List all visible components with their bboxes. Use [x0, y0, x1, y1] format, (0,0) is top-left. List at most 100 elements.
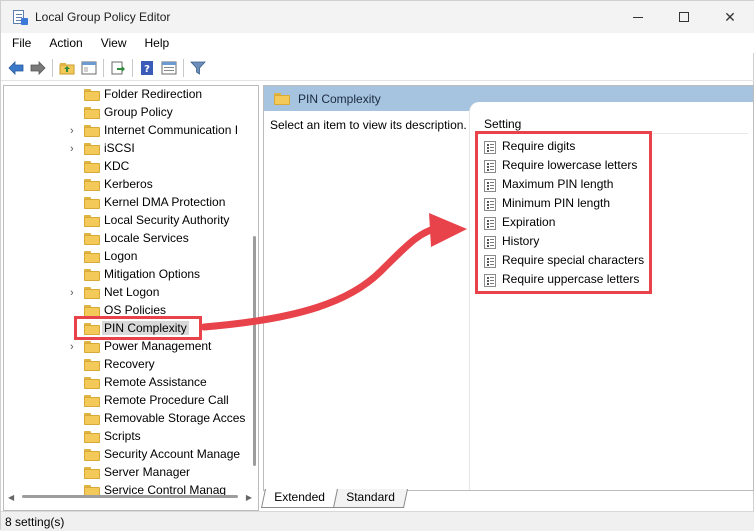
- chevron-right-icon[interactable]: ›: [70, 341, 80, 353]
- folder-icon: [84, 467, 100, 479]
- menu-file[interactable]: File: [1, 33, 40, 53]
- status-bar: 8 setting(s): [1, 511, 754, 531]
- filter-button[interactable]: [187, 57, 209, 79]
- scroll-left-icon[interactable]: ◀: [8, 493, 14, 502]
- tree-item-security-account-manager[interactable]: Security Account Manage: [4, 446, 244, 464]
- tree-item-label: Net Logon: [104, 285, 160, 299]
- back-button[interactable]: [5, 57, 27, 79]
- folder-icon: [84, 431, 100, 443]
- tree-item-server-manager[interactable]: Server Manager: [4, 464, 244, 482]
- folder-icon: [84, 143, 100, 155]
- tree-item-kernel-dma-protection[interactable]: Kernel DMA Protection: [4, 194, 244, 212]
- close-icon: ✕: [724, 8, 736, 25]
- tree-item-label: Locale Services: [104, 231, 189, 245]
- minimize-button[interactable]: [615, 1, 661, 33]
- tree-item-label: Group Policy: [104, 105, 173, 119]
- up-one-level-button[interactable]: [56, 57, 78, 79]
- svg-text:?: ?: [144, 64, 150, 75]
- show-hide-tree-icon: [81, 61, 97, 74]
- tree-item-folder-redirection[interactable]: Folder Redirection: [4, 86, 244, 104]
- chevron-right-icon[interactable]: ›: [70, 143, 80, 155]
- properties-button[interactable]: [158, 57, 180, 79]
- tree-item-label: Security Account Manage: [104, 447, 241, 461]
- tree-item-label: Logon: [104, 249, 138, 263]
- toolbar-separator: [103, 58, 104, 77]
- column-header-setting[interactable]: Setting: [484, 117, 521, 131]
- tree-item-removable-storage-access[interactable]: Removable Storage Acces: [4, 410, 246, 428]
- tree-item-label: KDC: [104, 159, 130, 173]
- maximize-button[interactable]: [661, 1, 707, 33]
- show-hide-tree-button[interactable]: [78, 57, 100, 79]
- folder-icon: [84, 413, 100, 425]
- view-tabs: Extended Standard: [260, 489, 408, 509]
- menu-action[interactable]: Action: [40, 33, 91, 53]
- tab-extended-label: Extended: [274, 490, 325, 504]
- back-icon: [8, 60, 24, 75]
- folder-icon: [84, 107, 100, 119]
- tree-item-net-logon[interactable]: › Net Logon: [4, 284, 244, 302]
- tree-item-scripts[interactable]: Scripts: [4, 428, 244, 446]
- tree-pane[interactable]: Folder Redirection Group Policy › Intern…: [3, 85, 259, 511]
- toolbar-separator: [52, 58, 53, 77]
- tree-item-label: Removable Storage Acces: [104, 411, 246, 425]
- forward-icon: [30, 60, 46, 75]
- tree-item-internet-communication[interactable]: › Internet Communication I: [4, 122, 244, 140]
- tree-item-locale-services[interactable]: Locale Services: [4, 230, 244, 248]
- details-header-title: PIN Complexity: [298, 91, 381, 106]
- menu-view[interactable]: View: [92, 33, 136, 53]
- help-button[interactable]: ?: [136, 57, 158, 79]
- tree-item-power-management[interactable]: › Power Management: [4, 338, 244, 356]
- export-list-button[interactable]: [107, 57, 129, 79]
- toolbar: ?: [1, 55, 754, 81]
- tree-item-label: Remote Assistance: [104, 375, 207, 389]
- folder-icon: [84, 359, 100, 371]
- folder-icon: [84, 341, 100, 353]
- tree-item-label: Power Management: [104, 339, 212, 353]
- highlight-box-settings: [475, 131, 652, 294]
- tree-item-kerberos[interactable]: Kerberos: [4, 176, 244, 194]
- menu-help[interactable]: Help: [136, 33, 179, 53]
- maximize-icon: [679, 12, 689, 22]
- tree-item-remote-procedure-call[interactable]: Remote Procedure Call: [4, 392, 244, 410]
- export-list-icon: [111, 61, 125, 74]
- folder-icon: [84, 89, 100, 101]
- gpedit-window: Local Group Policy Editor ✕ File Action …: [0, 0, 754, 531]
- tree-item-label: Folder Redirection: [104, 87, 203, 101]
- tree-item-iscsi[interactable]: › iSCSI: [4, 140, 244, 158]
- tree-item-remote-assistance[interactable]: Remote Assistance: [4, 374, 244, 392]
- toolbar-separator: [132, 58, 133, 77]
- tree-item-logon[interactable]: Logon: [4, 248, 244, 266]
- tree-item-label: Kerberos: [104, 177, 153, 191]
- tab-extended[interactable]: Extended: [260, 489, 338, 508]
- tree-item-label: Local Security Authority: [104, 213, 230, 227]
- tree-item-group-policy[interactable]: Group Policy: [4, 104, 244, 122]
- tree-item-label: Remote Procedure Call: [104, 393, 229, 407]
- filter-icon: [190, 61, 206, 75]
- folder-icon: [84, 161, 100, 173]
- close-button[interactable]: ✕: [707, 1, 753, 33]
- tree-horizontal-scrollbar[interactable]: [22, 495, 238, 498]
- title-bar[interactable]: Local Group Policy Editor ✕: [1, 1, 754, 33]
- tab-standard-label: Standard: [345, 490, 395, 504]
- properties-icon: [161, 61, 177, 74]
- folder-icon: [84, 449, 100, 461]
- minimize-icon: [633, 16, 643, 18]
- chevron-right-icon[interactable]: ›: [70, 125, 80, 137]
- folder-icon: [84, 377, 100, 389]
- scroll-right-icon[interactable]: ▶: [246, 493, 252, 502]
- folder-icon: [274, 92, 290, 105]
- menu-bar: File Action View Help: [1, 33, 754, 53]
- tree-item-kdc[interactable]: KDC: [4, 158, 244, 176]
- tab-standard[interactable]: Standard: [332, 489, 408, 508]
- forward-button[interactable]: [27, 57, 49, 79]
- tree-item-local-security-authority[interactable]: Local Security Authority: [4, 212, 244, 230]
- window-title: Local Group Policy Editor: [35, 10, 171, 24]
- folder-icon: [84, 197, 100, 209]
- chevron-right-icon[interactable]: ›: [70, 287, 80, 299]
- tree-item-label: OS Policies: [104, 303, 167, 317]
- tree-item-recovery[interactable]: Recovery: [4, 356, 244, 374]
- tree-vertical-scrollbar[interactable]: [253, 236, 256, 466]
- tree-item-mitigation-options[interactable]: Mitigation Options: [4, 266, 244, 284]
- gpedit-app-icon: [11, 9, 28, 25]
- folder-icon: [84, 269, 100, 281]
